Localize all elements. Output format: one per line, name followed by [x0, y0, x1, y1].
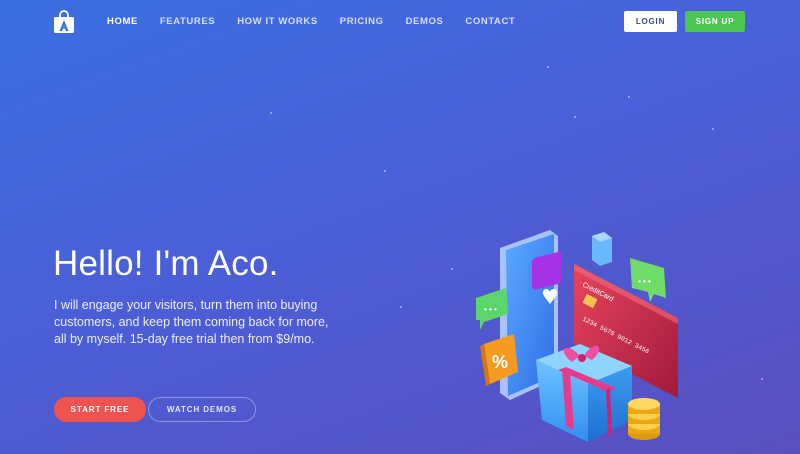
hero-title: Hello! I'm Aco.: [53, 244, 279, 283]
coin-stack-graphic: [628, 398, 660, 440]
login-button[interactable]: LOGIN: [624, 11, 677, 32]
nav-contact[interactable]: CONTACT: [465, 16, 515, 28]
cube-graphic: [592, 232, 612, 266]
signup-button[interactable]: SIGN UP: [685, 11, 745, 32]
star: [270, 112, 272, 114]
star: [451, 268, 453, 270]
star: [712, 128, 714, 130]
start-free-button[interactable]: START FREE: [54, 397, 146, 422]
hero-illustration: CreditCard 1234 5678 9012 3456 • • • • •…: [470, 228, 690, 454]
nav-how-it-works[interactable]: HOW IT WORKS: [237, 16, 318, 28]
main-nav: HOME FEATURES HOW IT WORKS PRICING DEMOS…: [107, 16, 537, 28]
nav-features[interactable]: FEATURES: [160, 16, 215, 28]
shopping-bag-icon: [54, 10, 74, 33]
hero-description: I will engage your visitors, turn them i…: [54, 298, 329, 346]
chat-dots-left: • • •: [484, 305, 497, 314]
logo[interactable]: [53, 10, 75, 34]
nav-home[interactable]: HOME: [107, 16, 138, 28]
star: [574, 116, 576, 118]
nav-demos[interactable]: DEMOS: [406, 16, 444, 28]
star: [547, 66, 549, 68]
star: [400, 306, 402, 308]
star: [761, 378, 763, 380]
percent-symbol: %: [492, 352, 508, 372]
star: [384, 170, 386, 172]
chat-bubble-right-icon: • • •: [630, 258, 666, 302]
nav-pricing[interactable]: PRICING: [340, 16, 384, 28]
watch-demos-button[interactable]: WATCH DEMOS: [148, 397, 256, 422]
star: [628, 96, 630, 98]
chat-dots-right: • • •: [638, 277, 651, 286]
